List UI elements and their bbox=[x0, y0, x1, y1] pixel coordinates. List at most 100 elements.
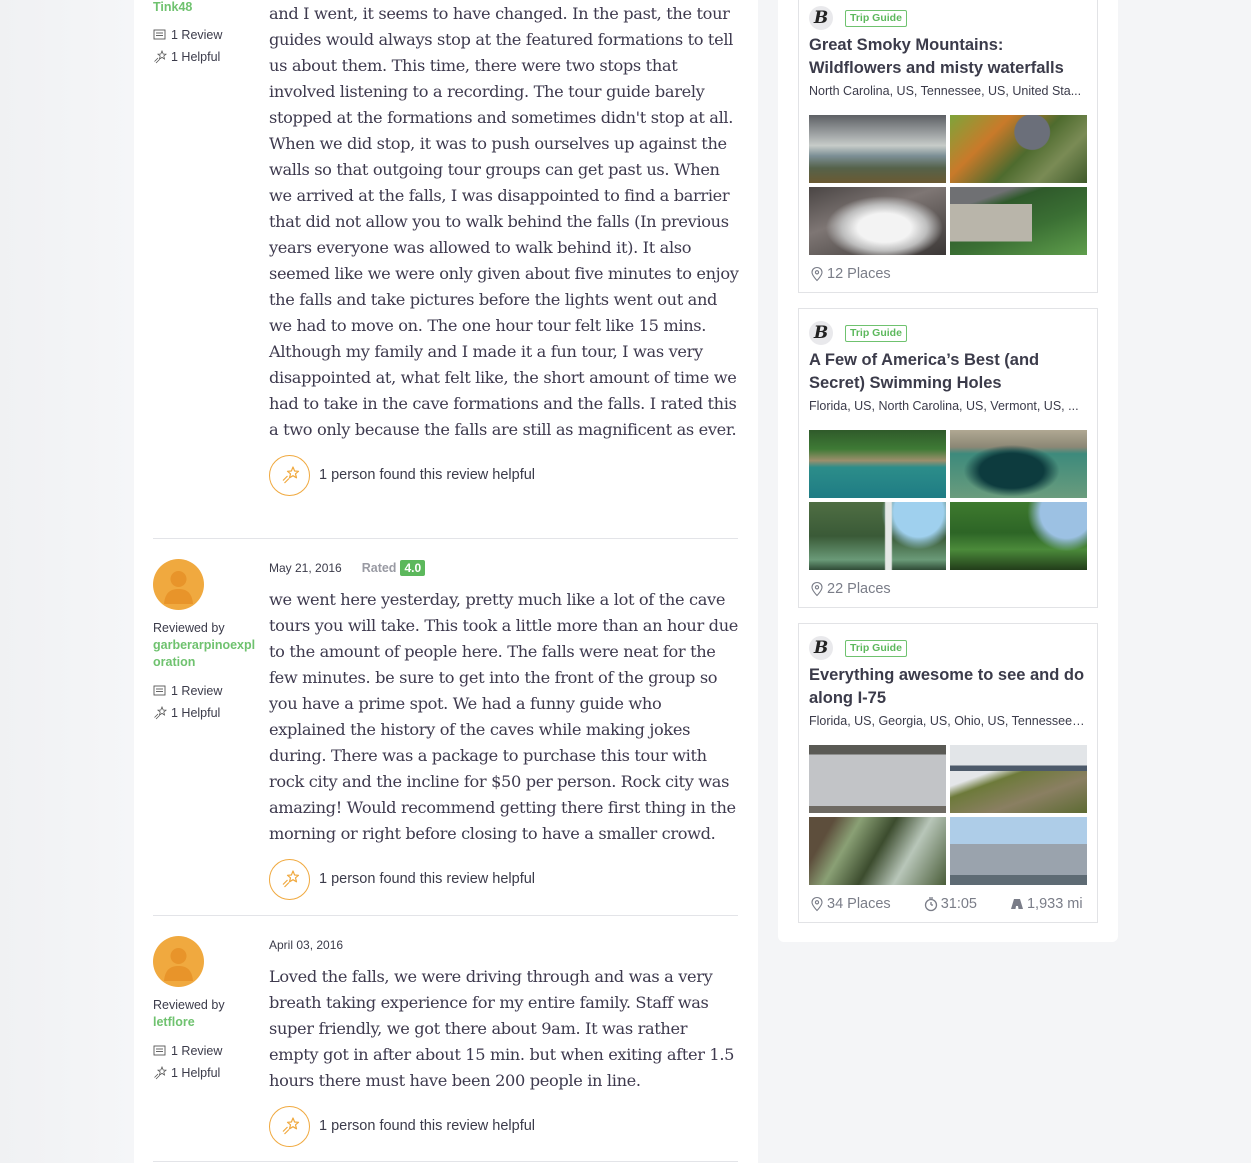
review-body: May 21, 2016 Rated 4.0 we went here yest… bbox=[269, 559, 739, 900]
review-body: April 03, 2016 Loved the falls, we were … bbox=[269, 936, 739, 1147]
photo-grid bbox=[799, 745, 1097, 885]
review-text: and I went, it seems to have changed. In… bbox=[269, 4, 739, 439]
shooting-star-icon bbox=[282, 1117, 299, 1135]
brand-logo-icon: B bbox=[809, 6, 833, 30]
trip-guide-card[interactable]: B Trip Guide A Few of America’s Best (an… bbox=[798, 308, 1098, 608]
trip-guide-badge: Trip Guide bbox=[845, 639, 907, 657]
guide-title[interactable]: A Few of America’s Best (and Secret) Swi… bbox=[799, 349, 1097, 395]
review-date: April 03, 2016 bbox=[269, 938, 344, 952]
review-list-icon bbox=[153, 29, 166, 40]
photo-cabin-autumn[interactable] bbox=[950, 115, 1087, 183]
map-pin-icon bbox=[811, 266, 823, 282]
reviewer-info: Reviewed by letflore 1 Review 1 Helpful bbox=[153, 936, 258, 1084]
rating-badge: 4.0 bbox=[400, 560, 426, 576]
photo-rushing-waterfall[interactable] bbox=[809, 187, 946, 255]
trip-duration: 31:05 bbox=[923, 896, 977, 912]
reviewer-name-link[interactable]: Tink48 bbox=[153, 0, 258, 16]
photo-grid bbox=[799, 430, 1097, 570]
review-count: 1 Review bbox=[153, 680, 258, 702]
reviewer-info: Tink48 1 Review 1 Helpful bbox=[153, 0, 258, 68]
reviewer-name-link[interactable]: letflore bbox=[153, 1014, 258, 1031]
reviewer-info: Reviewed by garberarpinoexploration 1 Re… bbox=[153, 559, 258, 724]
review-list-icon bbox=[153, 685, 166, 696]
photo-spring-swimmers[interactable] bbox=[809, 430, 946, 498]
helpful-row: 1 person found this review helpful bbox=[269, 858, 739, 900]
mark-helpful-button[interactable] bbox=[269, 858, 310, 900]
review-divider bbox=[153, 915, 738, 916]
guide-header: B Trip Guide bbox=[799, 319, 1097, 347]
review-meta: April 03, 2016 bbox=[269, 936, 739, 954]
photo-grid bbox=[799, 115, 1097, 255]
trip-guide-badge: Trip Guide bbox=[845, 9, 907, 27]
mark-helpful-button[interactable] bbox=[269, 454, 310, 496]
review-count: 1 Review bbox=[153, 24, 258, 46]
rated-label: Rated bbox=[361, 561, 397, 575]
helpful-count-label: 1 Helpful bbox=[171, 50, 221, 64]
reviewed-by-label: Reviewed by bbox=[153, 621, 225, 635]
photo-blue-hole[interactable] bbox=[950, 430, 1087, 498]
guide-locations: Florida, US, Georgia, US, Ohio, US, Tenn… bbox=[809, 714, 1090, 728]
review-body: and I went, it seems to have changed. In… bbox=[269, 1, 739, 496]
photo-green-creek[interactable] bbox=[950, 502, 1087, 570]
brand-logo-icon: B bbox=[809, 321, 833, 345]
places-count: 22 Places bbox=[809, 581, 891, 597]
places-count: 34 Places bbox=[809, 896, 891, 912]
places-count-label: 12 Places bbox=[827, 266, 891, 282]
review-date: May 21, 2016 bbox=[269, 561, 342, 575]
shooting-star-icon bbox=[154, 706, 167, 720]
places-count-label: 22 Places bbox=[827, 581, 891, 597]
review-text: Loved the falls, we were driving through… bbox=[269, 967, 735, 1090]
helpful-count-label: 1 Helpful bbox=[171, 706, 221, 720]
helpful-count: 1 Helpful bbox=[153, 46, 258, 68]
photo-grotto-waterfall[interactable] bbox=[809, 502, 946, 570]
review-count-label: 1 Review bbox=[171, 28, 223, 42]
page-gutter bbox=[0, 0, 134, 1163]
photo-log-cabin[interactable] bbox=[950, 187, 1087, 255]
avatar[interactable] bbox=[153, 936, 204, 987]
brand-logo-icon: B bbox=[809, 636, 833, 660]
review-divider bbox=[153, 1161, 738, 1162]
trip-distance: 1,933 mi bbox=[1009, 896, 1083, 912]
guide-footer: 12 Places bbox=[799, 255, 1097, 293]
helpful-count-label: 1 Helpful bbox=[171, 1066, 221, 1080]
photo-mountain-vista[interactable] bbox=[809, 115, 946, 183]
trip-guide-card[interactable]: B Trip Guide Great Smoky Mountains: Wild… bbox=[798, 0, 1098, 293]
guide-footer: 22 Places bbox=[799, 570, 1097, 608]
trip-distance-label: 1,933 mi bbox=[1026, 896, 1083, 912]
helpful-count: 1 Helpful bbox=[153, 702, 258, 724]
review-count-label: 1 Review bbox=[171, 1044, 223, 1058]
review-text: we went here yesterday, pretty much like… bbox=[269, 590, 738, 843]
guide-title[interactable]: Everything awesome to see and do along I… bbox=[799, 664, 1097, 710]
review-count: 1 Review bbox=[153, 1040, 258, 1062]
photo-navy-ship-946[interactable] bbox=[950, 817, 1087, 885]
helpful-text: 1 person found this review helpful bbox=[319, 467, 536, 483]
helpful-count: 1 Helpful bbox=[153, 1062, 258, 1084]
photo-tall-trees[interactable] bbox=[809, 817, 946, 885]
user-silhouette-icon bbox=[164, 571, 193, 604]
avatar[interactable] bbox=[153, 559, 204, 610]
guide-locations: North Carolina, US, Tennessee, US, Unite… bbox=[809, 84, 1082, 98]
shooting-star-icon bbox=[282, 466, 299, 484]
trip-duration-label: 31:05 bbox=[940, 896, 977, 912]
shooting-star-icon bbox=[282, 870, 299, 888]
reviewer-name-link[interactable]: garberarpinoexploration bbox=[153, 637, 258, 671]
reviewed-by-label: Reviewed by bbox=[153, 998, 225, 1012]
mark-helpful-button[interactable] bbox=[269, 1105, 310, 1147]
guide-locations: Florida, US, North Carolina, US, Vermont… bbox=[809, 399, 1079, 413]
photo-castle-rock[interactable] bbox=[950, 745, 1087, 813]
shooting-star-icon bbox=[154, 50, 167, 64]
helpful-row: 1 person found this review helpful bbox=[269, 1105, 739, 1147]
stopwatch-icon bbox=[924, 897, 937, 912]
trip-guide-card[interactable]: B Trip Guide Everything awesome to see a… bbox=[798, 623, 1098, 923]
review-list-icon bbox=[153, 1045, 166, 1056]
helpful-text: 1 person found this review helpful bbox=[319, 1118, 536, 1134]
guide-title[interactable]: Great Smoky Mountains: Wildflowers and m… bbox=[799, 34, 1097, 80]
map-pin-icon bbox=[811, 581, 823, 597]
places-count: 12 Places bbox=[809, 266, 891, 282]
map-pin-icon bbox=[811, 896, 823, 912]
review-divider bbox=[153, 538, 738, 539]
helpful-text: 1 person found this review helpful bbox=[319, 871, 536, 887]
helpful-row: 1 person found this review helpful bbox=[269, 454, 739, 496]
photo-pier-shop[interactable] bbox=[809, 745, 946, 813]
guide-header: B Trip Guide bbox=[799, 4, 1097, 32]
